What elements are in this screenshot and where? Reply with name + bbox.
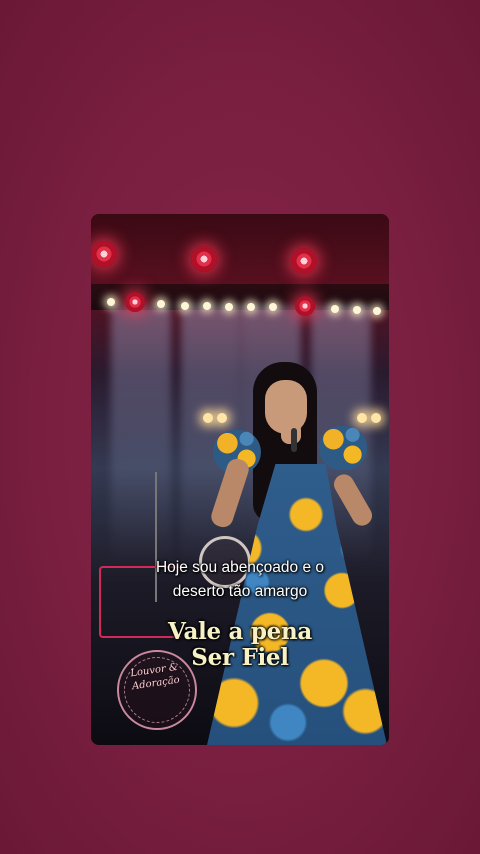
video-player[interactable]: Hoje sou abençoado e o deserto tão amarg…: [91, 214, 389, 745]
microphone-icon: [291, 428, 297, 452]
song-title-line-1: Vale a pena: [168, 618, 312, 645]
singer-arm-left: [208, 456, 252, 530]
dress-sleeve-right: [319, 426, 367, 470]
lyric-line-1: Hoje sou abençoado e o: [155, 559, 325, 576]
singer-arm-right: [330, 470, 376, 530]
lyric-line-2: deserto tão amargo: [172, 583, 308, 600]
